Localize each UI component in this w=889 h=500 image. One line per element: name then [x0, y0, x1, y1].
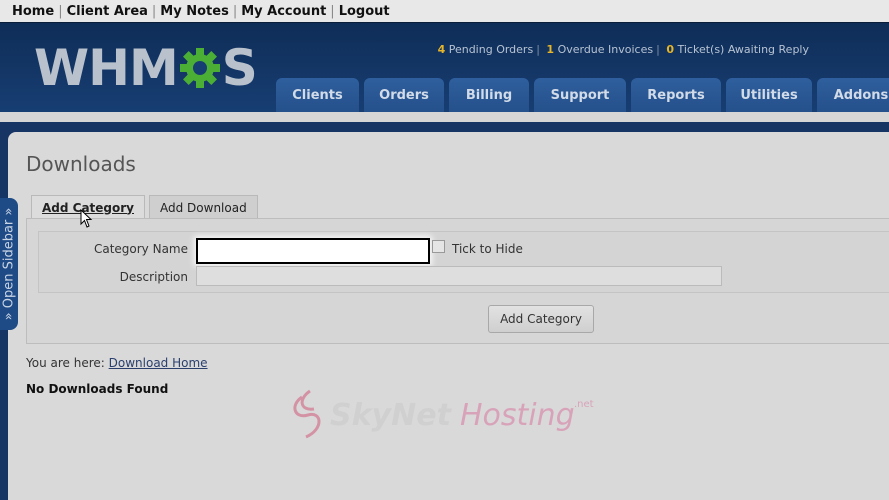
tab-add-download[interactable]: Add Download: [149, 195, 258, 219]
open-sidebar-tab[interactable]: » Open Sidebar »: [0, 198, 18, 330]
nav-tab-addons[interactable]: Addons: [817, 78, 889, 113]
hide-checkbox[interactable]: [432, 240, 445, 253]
logo-text-right: S: [221, 39, 258, 97]
toplink-home[interactable]: Home: [8, 4, 58, 19]
open-sidebar-label: » Open Sidebar »: [1, 207, 17, 321]
tickets-link[interactable]: Ticket(s) Awaiting Reply: [677, 43, 809, 56]
nav-tab-utilities[interactable]: Utilities: [726, 78, 812, 113]
form-tabs: Add Category Add Download: [31, 195, 258, 219]
whmcs-logo[interactable]: WHM S: [34, 39, 258, 97]
toplink-client-area[interactable]: Client Area: [63, 4, 152, 19]
top-links-bar: Home | Client Area | My Notes | My Account |…: [0, 0, 889, 22]
nav-tab-reports[interactable]: Reports: [631, 78, 721, 113]
tickets-count: 0: [666, 43, 674, 56]
gear-icon: [179, 48, 220, 88]
nav-tab-orders[interactable]: Orders: [364, 78, 444, 113]
overdue-invoices-count: 1: [546, 43, 555, 56]
watermark-left: SkyNet: [330, 398, 453, 433]
nav-tab-support[interactable]: Support: [534, 78, 626, 113]
description-input[interactable]: [196, 266, 722, 286]
watermark-right: Hosting: [460, 398, 575, 433]
add-category-button[interactable]: Add Category: [488, 305, 594, 333]
pending-orders-count: 4: [437, 43, 446, 56]
toplink-my-notes[interactable]: My Notes: [156, 4, 233, 19]
header-divider: [0, 112, 889, 122]
category-name-input[interactable]: [196, 238, 430, 264]
logo-text-left: WHM: [34, 39, 179, 97]
hide-label: Tick to Hide: [452, 242, 523, 256]
breadcrumb-download-home-link[interactable]: Download Home: [109, 356, 208, 370]
pending-orders-link[interactable]: Pending Orders: [449, 43, 533, 56]
mouse-pointer-icon: [80, 209, 93, 228]
page-title: Downloads: [26, 152, 136, 176]
nav-tab-billing[interactable]: Billing: [449, 78, 529, 113]
watermark-tld: .net: [574, 399, 594, 410]
toplink-my-account[interactable]: My Account: [237, 4, 330, 19]
status-summary: 4 Pending Orders | 1 Overdue Invoices | 0 …: [437, 43, 809, 56]
description-label: Description: [119, 270, 188, 284]
breadcrumb: You are here: Download Home: [26, 356, 208, 370]
empty-state-message: No Downloads Found: [26, 382, 169, 396]
breadcrumb-prefix: You are here:: [26, 356, 105, 370]
toplink-logout[interactable]: Logout: [335, 4, 394, 19]
header: WHM S 4 Pending Orders | 1 Overdue Invoi…: [0, 22, 889, 113]
nav-tab-clients[interactable]: Clients: [276, 78, 359, 113]
category-name-label: Category Name: [93, 242, 188, 256]
main-nav: Clients Orders Billing Support Reports U…: [276, 78, 889, 113]
overdue-invoices-link[interactable]: Overdue Invoices: [558, 43, 654, 56]
skynet-hosting-watermark: SkyNet Hosting .net: [293, 389, 594, 439]
